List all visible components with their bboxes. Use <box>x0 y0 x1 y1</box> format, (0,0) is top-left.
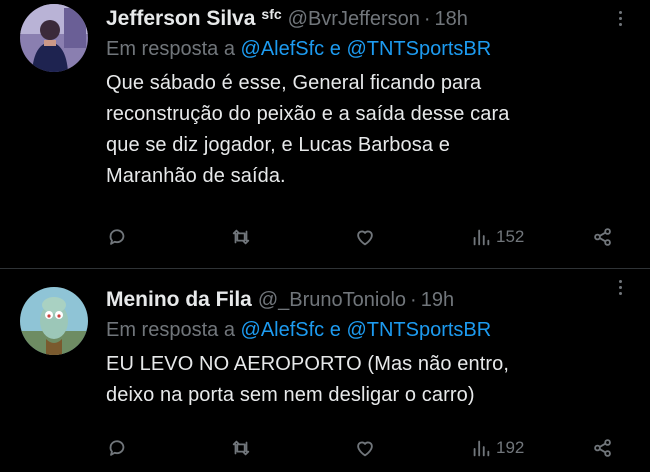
author-name[interactable]: Menino da Fila <box>106 285 252 315</box>
tweet-header: Jefferson Silva sfc @BvrJefferson · 18h <box>106 4 636 34</box>
tweet[interactable]: Jefferson Silva sfc @BvrJefferson · 18h … <box>0 0 650 268</box>
mention-link[interactable]: @TNTSportsBR <box>346 38 491 60</box>
mention-link[interactable]: @AlefSfc <box>241 38 325 60</box>
like-button[interactable] <box>354 433 376 463</box>
tweet-text-line: Maranhão de saída. <box>106 165 286 187</box>
share-button[interactable] <box>592 433 614 463</box>
tweet-text-line: que se diz jogador, e Lucas Barbosa e <box>106 134 450 156</box>
mention-joiner: e <box>329 319 341 341</box>
timestamp[interactable]: 19h <box>421 285 454 315</box>
tweet-body: Menino da Fila @_BrunoToniolo · 19h Em r… <box>106 285 636 411</box>
author-handle[interactable]: @_BrunoToniolo <box>258 285 406 315</box>
retweet-button[interactable] <box>230 222 252 252</box>
timestamp[interactable]: 18h <box>435 4 468 34</box>
reply-prefix: Em resposta a <box>106 38 235 60</box>
tweet-text-line: EU LEVO NO AEROPORTO (Mas não entro, <box>106 353 510 375</box>
views-count: 152 <box>496 227 525 246</box>
author-handle[interactable]: @BvrJefferson <box>288 4 420 34</box>
more-options-icon[interactable] <box>610 6 630 30</box>
share-icon <box>594 228 611 246</box>
mention-joiner: e <box>329 38 341 60</box>
retweet-icon <box>232 229 250 245</box>
views-button[interactable]: 192 <box>470 433 524 463</box>
tweet-text-line: deixo na porta sem nem desligar o carro) <box>106 384 475 406</box>
like-icon <box>357 441 373 457</box>
avatar-image <box>20 4 88 72</box>
tweet-text-line: Que sábado é esse, General ficando para <box>106 72 482 94</box>
retweet-button[interactable] <box>230 433 252 463</box>
reply-button[interactable] <box>106 433 128 463</box>
separator-dot: · <box>410 289 417 311</box>
reply-icon <box>109 440 125 456</box>
action-bar: 192 <box>106 433 626 463</box>
views-icon <box>473 229 490 246</box>
more-options-icon[interactable] <box>610 275 630 299</box>
author-badge: sfc <box>261 6 282 22</box>
separator-dot: · <box>423 8 431 30</box>
avatar[interactable] <box>20 287 88 355</box>
retweet-icon <box>232 440 250 456</box>
views-button[interactable]: 152 <box>470 222 524 252</box>
reply-icon <box>109 229 125 245</box>
views-icon <box>473 440 490 457</box>
mention-link[interactable]: @TNTSportsBR <box>346 319 491 341</box>
reply-context: Em resposta a @AlefSfc e @TNTSportsBR <box>106 315 636 345</box>
tweet-text: Que sábado é esse, General ficando para … <box>106 68 636 192</box>
tweet-text: EU LEVO NO AEROPORTO (Mas não entro, dei… <box>106 349 636 411</box>
mention-link[interactable]: @AlefSfc <box>241 319 325 341</box>
reply-button[interactable] <box>106 222 128 252</box>
reply-context: Em resposta a @AlefSfc e @TNTSportsBR <box>106 34 636 64</box>
reply-prefix: Em resposta a <box>106 319 235 341</box>
like-button[interactable] <box>354 222 376 252</box>
tweet[interactable]: Menino da Fila @_BrunoToniolo · 19h Em r… <box>0 268 650 472</box>
tweet-body: Jefferson Silva sfc @BvrJefferson · 18h … <box>106 4 636 192</box>
tweet-header: Menino da Fila @_BrunoToniolo · 19h <box>106 285 636 315</box>
action-bar: 152 <box>106 222 626 252</box>
share-icon <box>594 439 611 457</box>
avatar-image <box>20 287 88 355</box>
avatar[interactable] <box>20 4 88 72</box>
like-icon <box>357 230 373 246</box>
tweet-text-line: reconstrução do peixão e a saída desse c… <box>106 103 510 125</box>
views-count: 192 <box>496 438 525 457</box>
author-name[interactable]: Jefferson Silva <box>106 4 255 34</box>
share-button[interactable] <box>592 222 614 252</box>
